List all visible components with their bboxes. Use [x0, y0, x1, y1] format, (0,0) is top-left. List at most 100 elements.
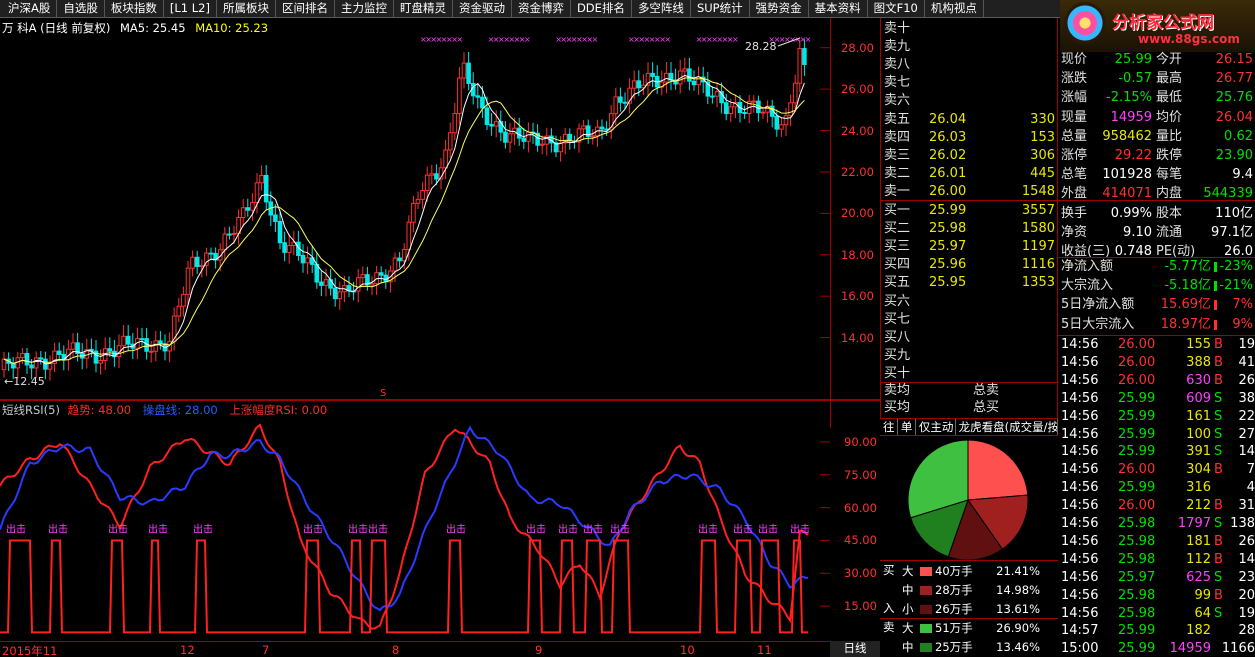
- signal-marker: ×: [805, 35, 812, 44]
- sell-level-volume: 1548: [1021, 183, 1055, 199]
- tab-2[interactable]: 仅主动: [916, 419, 956, 435]
- rsi-axis: 90.00 75.00 60.00 45.00 30.00 15.00: [830, 416, 880, 641]
- tick-price: 25.98: [1118, 605, 1156, 621]
- tick-time: 14:56: [1061, 426, 1099, 442]
- flow-row: 中 28万手 14.98%: [880, 581, 1058, 599]
- candle-body: [245, 207, 251, 211]
- fund-flow-bar: [1214, 300, 1217, 311]
- tick-price: 26.00: [1118, 354, 1156, 370]
- sell-level-label: 卖四: [884, 129, 911, 145]
- tick-side: B: [1214, 337, 1223, 352]
- candle-body: [401, 248, 407, 262]
- tick-time: 14:56: [1061, 444, 1099, 460]
- tick-time: 14:56: [1061, 390, 1099, 406]
- stat-label: 换手: [1061, 205, 1088, 221]
- menu-item-12[interactable]: SUP统计: [691, 0, 750, 18]
- candle-body: [424, 174, 430, 191]
- menu-item-1[interactable]: 自选股: [57, 0, 105, 18]
- menu-item-6[interactable]: 主力监控: [335, 0, 394, 18]
- fund-flow-pct: 9%: [1232, 316, 1253, 332]
- attack-signal: 出击: [698, 522, 718, 535]
- buy-level-volume: 1353: [1021, 275, 1055, 291]
- menu-item-4[interactable]: 所属板块: [217, 0, 276, 18]
- tick-time: 14:56: [1061, 462, 1099, 478]
- stat-row: 净资 9.10 流通 97.1亿: [1058, 224, 1255, 242]
- candle-body: [618, 96, 623, 103]
- fund-flow-value: -5.18亿: [1164, 278, 1211, 294]
- candle-body: [802, 48, 807, 65]
- top-menu-bar: 沪深A股 自选股 板块指数 [L1 L2] 所属板块 区间排名 主力监控 盯盘精灵 资金驱动 资金…: [0, 0, 1060, 18]
- rsi-tick-label: 15.00: [844, 599, 877, 614]
- stat-label: 总量: [1061, 128, 1088, 144]
- menu-item-0[interactable]: 沪深A股: [0, 0, 58, 18]
- menu-item-3[interactable]: [L1 L2]: [164, 0, 217, 18]
- candle-body: [581, 125, 586, 130]
- candle-body: [323, 279, 329, 286]
- stat-row: 涨跌 -0.57 最高 26.77: [1058, 70, 1255, 88]
- buy-level-label: 买二: [884, 221, 911, 237]
- tab-1[interactable]: 单: [898, 419, 916, 435]
- candle-body: [277, 220, 283, 244]
- candle-body: [397, 257, 402, 262]
- fund-flow-bar: [1214, 281, 1217, 292]
- candle-body: [406, 221, 412, 250]
- high-annotation: 28.28: [745, 40, 777, 53]
- candle-body: [792, 82, 798, 104]
- candle-body: [783, 115, 789, 126]
- buy-level-volume: 1580: [1021, 221, 1055, 237]
- menu-item-5[interactable]: 区间排名: [276, 0, 335, 18]
- flow-swatch: [920, 586, 932, 595]
- menu-item-14[interactable]: 基本资料: [809, 0, 868, 18]
- tick-row: 14:56 26.00 304 B 7: [1058, 461, 1255, 479]
- price-tick-label: 28.00: [841, 40, 874, 55]
- attack-signal: 出击: [368, 522, 388, 535]
- stat-row: 总量 958462 量比 0.62: [1058, 128, 1255, 146]
- menu-item-15[interactable]: 图文F10: [868, 0, 925, 18]
- menu-item-11[interactable]: 多空阵线: [632, 0, 691, 18]
- menu-item-9[interactable]: 资金博弈: [512, 0, 571, 18]
- candle-body: [208, 252, 214, 255]
- candle-body: [774, 115, 780, 130]
- flow-amount: 51万手: [935, 621, 973, 635]
- tick-row: 14:56 25.98 181 B 26: [1058, 533, 1255, 551]
- period-button[interactable]: 日线: [830, 641, 880, 657]
- candle-body: [282, 242, 287, 253]
- menu-item-7[interactable]: 盯盘精灵: [394, 0, 453, 18]
- tick-row: 14:56 25.97 625 S 23: [1058, 569, 1255, 587]
- fund-flow-pct: 7%: [1232, 297, 1253, 313]
- rsi-tick-label: 75.00: [844, 467, 877, 482]
- candlestick-chart[interactable]: ×××××××× ×××××××× ×××××××× ×××××××× ××××××××…: [0, 18, 830, 398]
- flow-side-label: 卖: [883, 620, 895, 634]
- menu-item-16[interactable]: 机构视点: [925, 0, 984, 18]
- buy-level-label: 买八: [884, 329, 911, 345]
- menu-item-8[interactable]: 资金驱动: [453, 0, 512, 18]
- rsi-operate-label: 操盘线: 28.00: [142, 403, 218, 417]
- menu-item-13[interactable]: 强势资金: [750, 0, 809, 18]
- fund-flow-row: 5日净流入额 15.69亿 7%: [1058, 296, 1255, 314]
- tick-side: S: [1214, 444, 1223, 460]
- tab-0[interactable]: 往: [880, 419, 898, 435]
- tab-3[interactable]: 龙虎看盘(成交量/按: [956, 419, 1058, 435]
- candle-body: [687, 68, 692, 82]
- candle-body: [319, 281, 324, 286]
- menu-item-10[interactable]: DDE排名: [571, 0, 632, 18]
- rsi-rise-label: 上涨幅度RSI: 0.00: [229, 403, 328, 417]
- menu-item-2[interactable]: 板块指数: [105, 0, 164, 18]
- tick-price: 26.00: [1118, 372, 1156, 388]
- rsi-chart[interactable]: 出击 出击 出击 出击 出击 出击 出击 出击 出击 出击 出击 出击 出击 出击 出击 出击 出击: [0, 416, 830, 641]
- tick-volume: 212: [1186, 498, 1211, 514]
- sell-level-label: 卖一: [884, 183, 911, 199]
- candle-body: [682, 68, 688, 72]
- tick-time: 14:56: [1061, 516, 1099, 531]
- stat-row: 现量 14959 均价 26.04: [1058, 109, 1255, 127]
- stat-row: 总笔 101928 每笔 9.4: [1058, 166, 1255, 184]
- stat-row: 现价 25.99 今开 26.15: [1058, 51, 1255, 69]
- stat-label: 涨跌: [1061, 71, 1088, 87]
- candle-body: [332, 287, 338, 300]
- tick-volume: 161: [1186, 408, 1211, 424]
- flow-swatch: [920, 567, 932, 576]
- candle-body: [199, 264, 205, 267]
- tick-count: 22: [1238, 408, 1255, 424]
- buy-level-label: 买五: [884, 275, 911, 291]
- stat-label: 股本: [1156, 205, 1183, 221]
